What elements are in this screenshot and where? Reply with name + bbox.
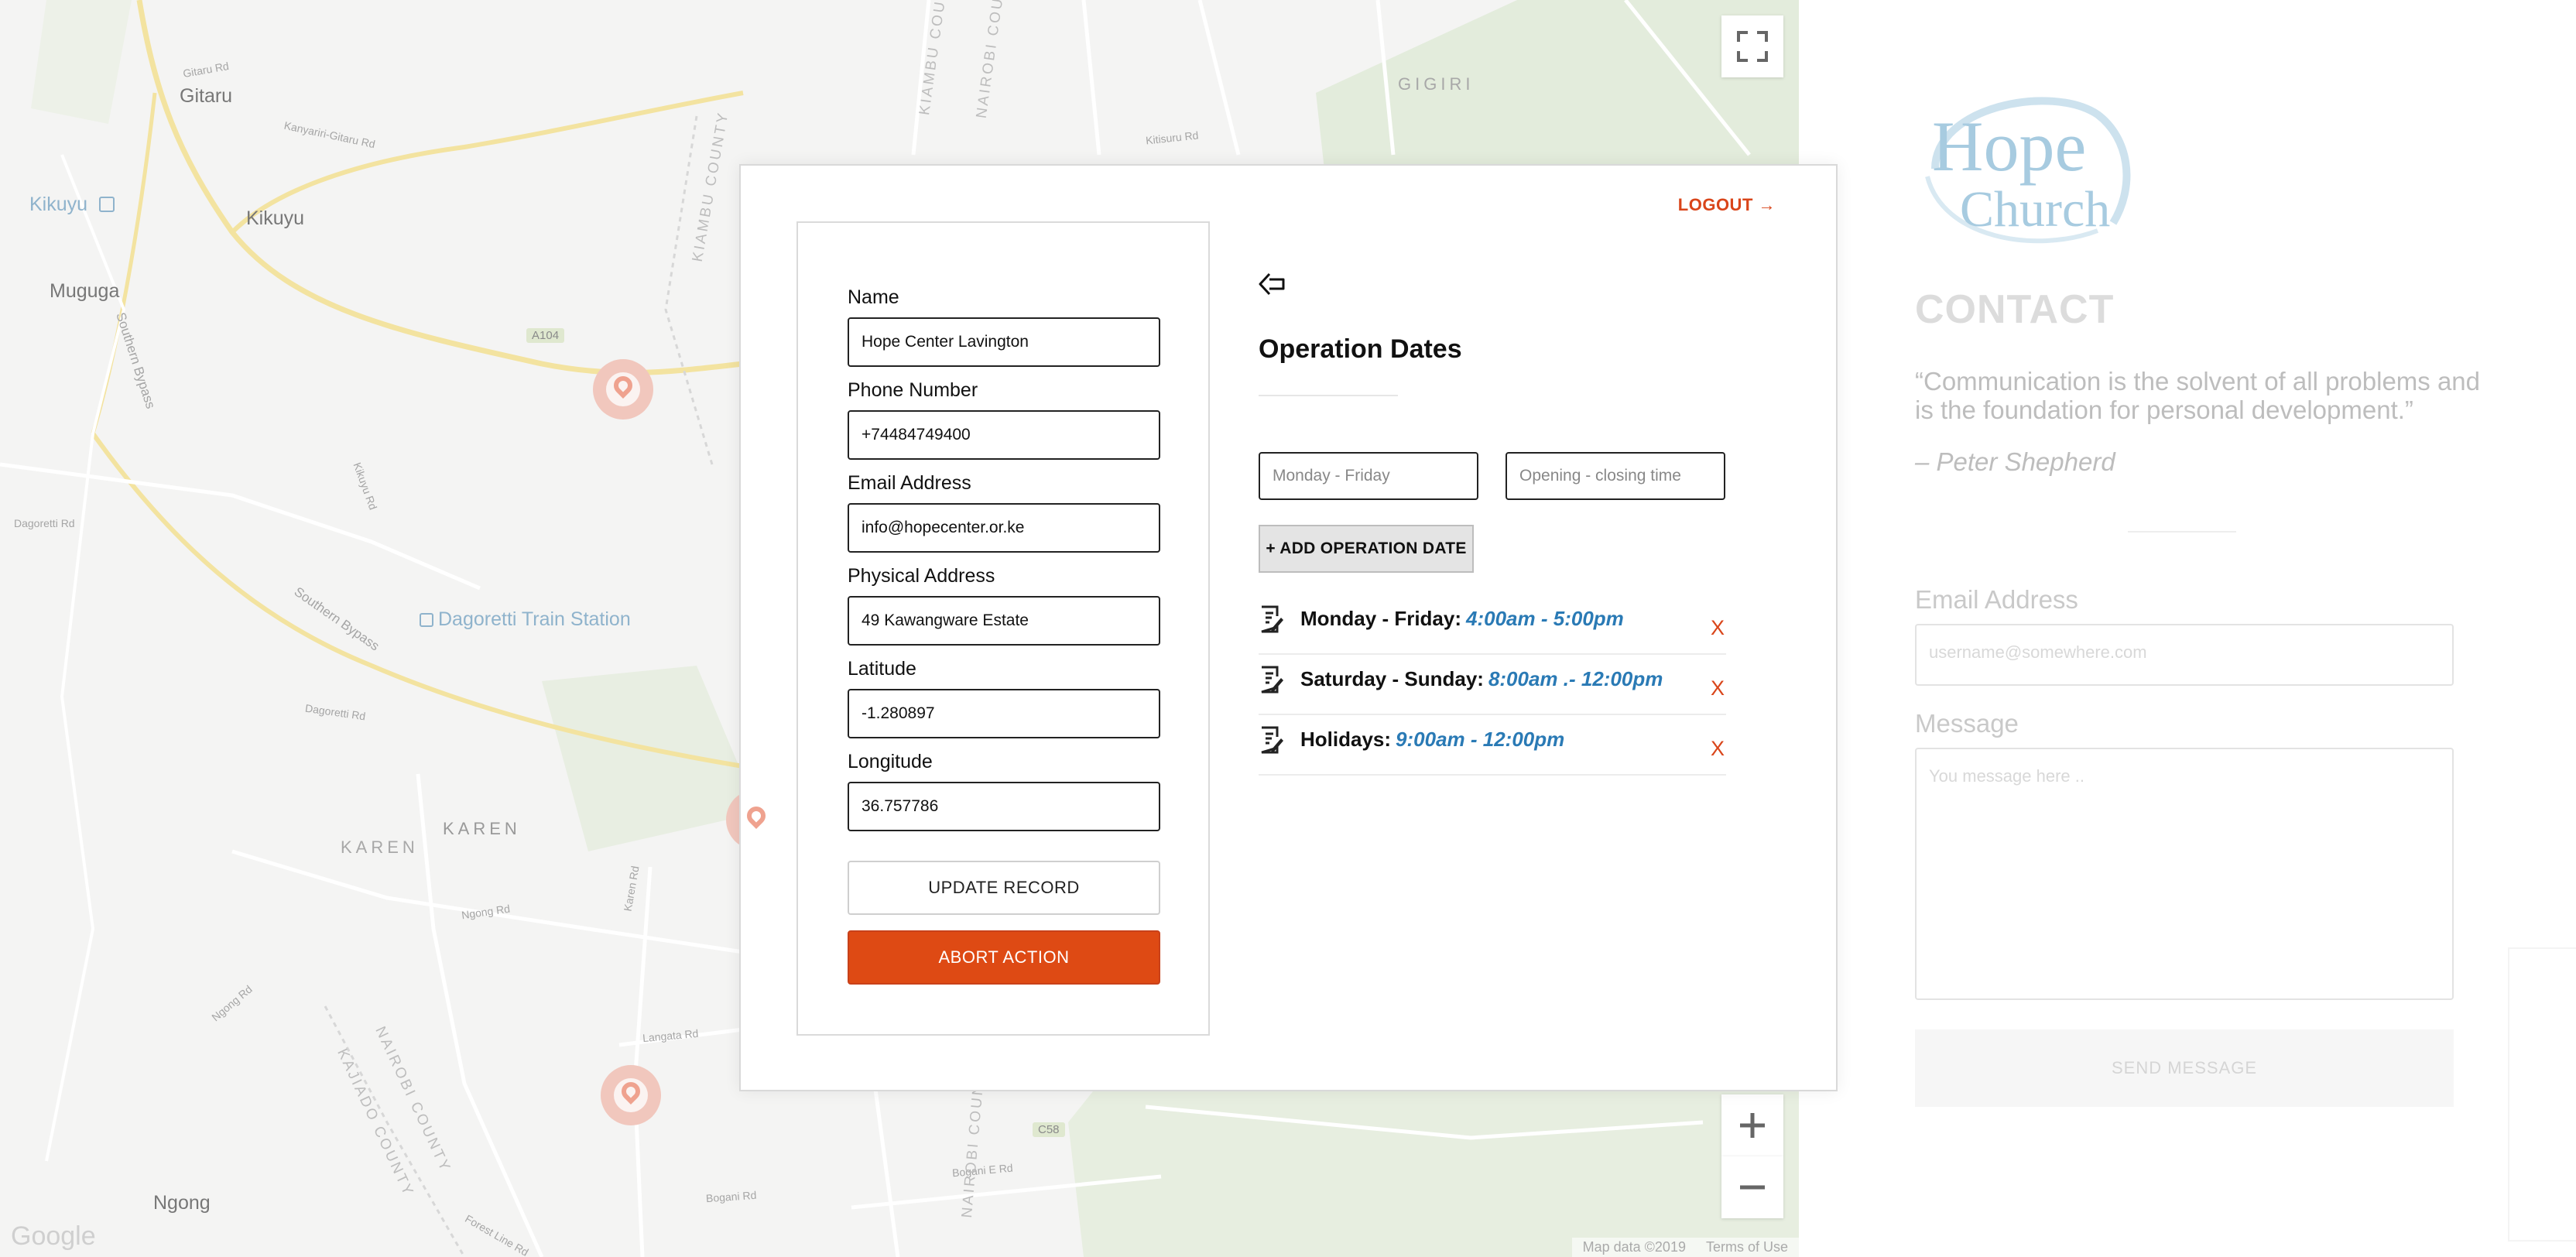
contact-quote: “Communication is the solvent of all pro… [1915, 367, 2481, 424]
operation-dates-title: Operation Dates [1259, 334, 1462, 364]
map-label-dagoretti-station-text: Dagoretti Train Station [438, 608, 631, 630]
operation-days: Holidays: 9:00am - 12:00pm [1300, 728, 1564, 752]
operation-date-item: Monday - Friday: 4:00am - 5:00pm X [1259, 594, 1726, 655]
map-pin-icon[interactable] [593, 359, 653, 420]
map-label-kikuyu-poi: Kikuyu [29, 194, 88, 215]
operation-days-input[interactable]: Monday - Friday [1259, 452, 1478, 500]
map-pin-icon[interactable] [601, 1065, 661, 1125]
document-edit-icon [1261, 666, 1283, 694]
operation-hours: 9:00am - 12:00pm [1396, 728, 1565, 751]
update-record-button[interactable]: UPDATE RECORD [848, 861, 1160, 915]
contact-title: CONTACT [1915, 287, 2115, 332]
pin-marker [610, 372, 636, 399]
map-label-karen: KAREN [443, 819, 521, 838]
operation-hours: 4:00am - 5:00pm [1466, 607, 1624, 630]
operation-divider [1259, 395, 1398, 396]
pin-marker [618, 1078, 644, 1105]
contact-message-textarea[interactable]: You message here .. [1915, 748, 2454, 1000]
map-label-gitaru: Gitaru [180, 85, 233, 107]
operation-times-input[interactable]: Opening - closing time [1506, 452, 1725, 500]
minus-icon [1740, 1185, 1765, 1190]
map-label-dagoretti-station: Dagoretti Train Station [420, 608, 631, 631]
map-label-ngong: Ngong [153, 1192, 211, 1214]
terms-link[interactable]: Terms of Use [1706, 1239, 1788, 1255]
name-input[interactable]: Hope Center Lavington [848, 317, 1160, 367]
abort-action-button[interactable]: ABORT ACTION [848, 930, 1160, 985]
longitude-input[interactable]: 36.757786 [848, 782, 1160, 831]
remove-operation-button[interactable]: X [1711, 737, 1725, 761]
operation-date-item: Holidays: 9:00am - 12:00pm X [1259, 715, 1726, 776]
operation-days: Monday - Friday: 4:00am - 5:00pm [1300, 607, 1624, 631]
operation-date-item: Saturday - Sunday: 8:00am .- 12:00pm X [1259, 655, 1726, 715]
plus-icon [1740, 1113, 1765, 1138]
map-label-karen-area: KAREN [341, 837, 419, 857]
arrow-left-icon [1259, 272, 1285, 296]
email-label: Email Address [848, 472, 971, 494]
map-label-kikuyu: Kikuyu [246, 207, 305, 229]
road-shield-a104: A104 [526, 328, 565, 343]
zoom-in-button[interactable] [1721, 1094, 1783, 1156]
operation-days-label: Monday - Friday: [1300, 607, 1462, 630]
fullscreen-button[interactable] [1721, 15, 1783, 77]
logo-text-hope: Hope [1932, 107, 2087, 186]
send-message-button[interactable]: SEND MESSAGE [1915, 1029, 2454, 1107]
transit-icon [99, 197, 115, 212]
latitude-label: Latitude [848, 658, 916, 680]
remove-operation-button[interactable]: X [1711, 676, 1725, 700]
hope-church-logo: Hope Church [1912, 84, 2144, 254]
phone-label: Phone Number [848, 379, 978, 401]
map-label-dagoretti-rd: Dagoretti Rd [14, 517, 75, 529]
logo-text-church: Church [1960, 181, 2111, 238]
document-edit-icon [1261, 726, 1283, 754]
back-arrow-icon[interactable] [1258, 271, 1286, 297]
longitude-label: Longitude [848, 751, 933, 772]
name-label: Name [848, 286, 899, 308]
add-operation-date-button[interactable]: + ADD OPERATION DATE [1259, 525, 1474, 573]
map-label-muguga: Muguga [50, 280, 120, 302]
address-input[interactable]: 49 Kawangware Estate [848, 596, 1160, 646]
address-label: Physical Address [848, 565, 995, 587]
email-input[interactable]: info@hopecenter.or.ke [848, 503, 1160, 553]
operation-days-label: Saturday - Sunday: [1300, 667, 1484, 690]
side-tab[interactable] [2508, 947, 2576, 1242]
contact-email-label: Email Address [1915, 585, 2078, 614]
remove-operation-button[interactable]: X [1711, 616, 1725, 640]
document-edit-icon [1261, 605, 1283, 633]
quote-author: – Peter Shepherd [1915, 447, 2115, 476]
operation-hours: 8:00am .- 12:00pm [1488, 667, 1663, 690]
transit-icon [420, 613, 433, 627]
google-logo[interactable]: Google [11, 1221, 96, 1252]
logout-link[interactable]: LOGOUT → [1678, 195, 1776, 215]
map-attribution: Map data ©2019 Terms of Use [1571, 1238, 1799, 1257]
operation-days-label: Holidays: [1300, 728, 1392, 751]
zoom-out-button[interactable] [1721, 1156, 1783, 1218]
phone-input[interactable]: +74484749400 [848, 410, 1160, 460]
contact-panel: Hope Church CONTACT “Communication is th… [1799, 0, 2576, 1257]
contact-message-label: Message [1915, 709, 2019, 738]
edit-center-modal: LOGOUT → Name Hope Center Lavington Phon… [739, 164, 1838, 1091]
center-details-form: Name Hope Center Lavington Phone Number … [796, 221, 1210, 1036]
road-shield-c58: C58 [1033, 1122, 1065, 1137]
latitude-input[interactable]: -1.280897 [848, 689, 1160, 738]
map-label-gigiri: GIGIRI [1398, 74, 1475, 94]
contact-email-input[interactable]: username@somewhere.com [1915, 624, 2454, 686]
operation-days: Saturday - Sunday: 8:00am .- 12:00pm [1300, 667, 1663, 691]
map-data-text: Map data ©2019 [1582, 1239, 1686, 1255]
contact-divider [2128, 531, 2236, 533]
fullscreen-icon [1737, 31, 1768, 62]
